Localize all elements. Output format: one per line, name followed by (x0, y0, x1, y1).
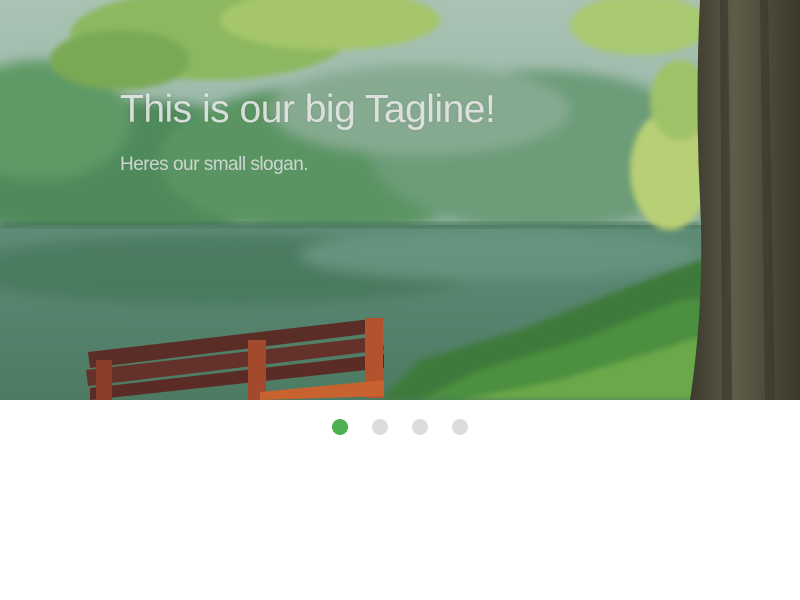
slide-caption: This is our big Tagline! Heres our small… (120, 86, 680, 177)
pagination-dot-2[interactable] (372, 419, 388, 435)
slider-pagination (0, 400, 800, 454)
slide-background-image (0, 0, 800, 400)
pagination-dot-3[interactable] (412, 419, 428, 435)
pagination-dot-4[interactable] (452, 419, 468, 435)
slide-tagline: This is our big Tagline! (120, 88, 496, 131)
slide-slogan: Heres our small slogan. (120, 154, 309, 175)
pagination-dot-1[interactable] (332, 419, 348, 435)
hero-slider: This is our big Tagline! Heres our small… (0, 0, 800, 400)
